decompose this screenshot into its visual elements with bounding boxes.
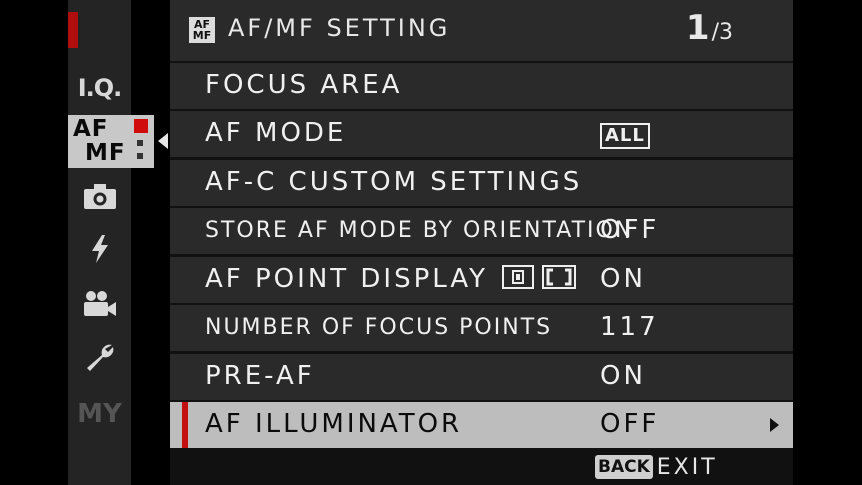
af-mf-header-icon: AF MF [189,17,215,43]
menu-item-value: OFF [600,409,660,439]
menu-item-label: AF POINT DISPLAY [205,264,577,294]
header-icon-bottom: MF [192,29,212,42]
menu-item-label: AF MODE [205,118,347,148]
page-total: /3 [711,20,733,45]
menu-item-af-c-custom-settings[interactable]: AF-C CUSTOM SETTINGS [170,160,793,206]
menu-item-pre-af[interactable]: PRE-AF ON [170,354,793,400]
menu-header: AF MF AF/MF SETTING 1/3 [170,0,793,61]
menu-item-af-point-display[interactable]: AF POINT DISPLAY ON [170,257,793,303]
tab-my-menu[interactable]: MY [68,390,131,438]
menu-item-label: NUMBER OF FOCUS POINTS [205,315,553,340]
page-dot-icon [137,140,143,146]
af-mf-tab-label-top: AF [73,116,109,142]
menu-item-label: STORE AF MODE BY ORIENTATION [205,218,634,243]
menu-item-focus-area[interactable]: FOCUS AREA [170,63,793,109]
menu-item-value: OFF [600,215,660,245]
af-mode-all-badge: ALL [600,123,650,149]
flash-icon [91,235,108,263]
back-button-icon: BACK [595,455,653,479]
af-mf-tab-icon: AF MF [73,117,126,165]
page-dot-icon [137,153,143,159]
menu-panel: AF MF AF/MF SETTING 1/3 FOCUS AREA AF MO… [170,0,793,485]
af-mf-tab-label-bottom: MF [85,140,126,166]
menu-item-af-mode[interactable]: AF MODE ALL [170,111,793,157]
menu-item-label: FOCUS AREA [205,70,403,100]
tab-image-quality-label: I.Q. [77,74,123,102]
sidebar-position-marker [68,12,78,48]
exit-label: EXIT [656,454,718,480]
submenu-arrow-icon [770,418,779,432]
page-title: AF/MF SETTING [228,14,451,42]
active-tab-arrow-icon [158,133,168,149]
af-single-point-icon [502,265,535,289]
af-point-display-text: AF POINT DISPLAY [205,264,489,294]
menu-item-af-illuminator[interactable]: AF ILLUMINATOR OFF [170,402,793,448]
menu-item-value: ON [600,361,646,391]
selection-marker [182,402,188,448]
menu-item-store-af-mode-by-orientation[interactable]: STORE AF MODE BY ORIENTATION OFF [170,208,793,254]
menu-item-number-of-focus-points[interactable]: NUMBER OF FOCUS POINTS 117 [170,305,793,351]
af-zone-frame-icon [542,265,577,289]
menu-item-label: AF-C CUSTOM SETTINGS [205,167,583,197]
tab-af-mf-setting[interactable]: AF MF [68,115,154,168]
tab-my-menu-label: MY [77,399,122,429]
tab-movie-setting[interactable] [68,280,131,328]
menu-tab-sidebar: I.Q. AF MF MY [68,0,168,485]
tab-setup[interactable] [68,334,131,382]
tab-flash-setting[interactable] [68,225,131,273]
menu-item-label: AF ILLUMINATOR [205,409,463,439]
menu-item-label: PRE-AF [205,361,315,391]
menu-item-value: 117 [600,312,659,342]
page-current: 1 [685,8,710,48]
page-indicator: 1/3 [686,8,733,48]
movie-camera-icon [83,291,116,316]
active-page-indicator [134,119,148,133]
footer-back-exit[interactable]: BACK EXIT [595,454,718,480]
tab-shooting-setting[interactable] [68,172,131,220]
tab-image-quality[interactable]: I.Q. [68,64,131,112]
menu-item-value: ALL [600,118,650,149]
menu-item-value: ON [600,264,646,294]
wrench-icon [86,344,113,371]
camera-icon [83,184,116,209]
